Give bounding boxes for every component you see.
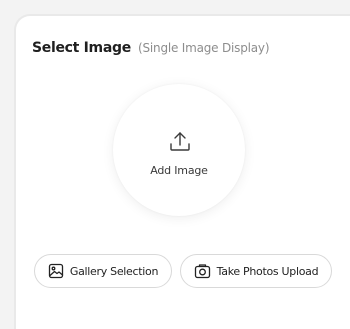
camera-icon — [194, 264, 210, 279]
card-title: Select Image — [32, 40, 131, 56]
gallery-selection-button[interactable]: Gallery Selection — [34, 254, 172, 288]
image-icon — [48, 263, 64, 279]
take-photos-upload-label: Take Photos Upload — [216, 264, 319, 278]
add-image-label: Add Image — [150, 164, 208, 177]
card-subtitle: (Single Image Display) — [138, 41, 270, 55]
upload-icon — [170, 132, 190, 151]
image-select-card: Select Image (Single Image Display) Add … — [14, 14, 350, 329]
add-image-button[interactable]: Add Image — [113, 84, 245, 216]
card-header: Select Image (Single Image Display) — [32, 38, 270, 57]
take-photos-upload-button[interactable]: Take Photos Upload — [180, 254, 332, 288]
gallery-selection-label: Gallery Selection — [69, 264, 159, 278]
